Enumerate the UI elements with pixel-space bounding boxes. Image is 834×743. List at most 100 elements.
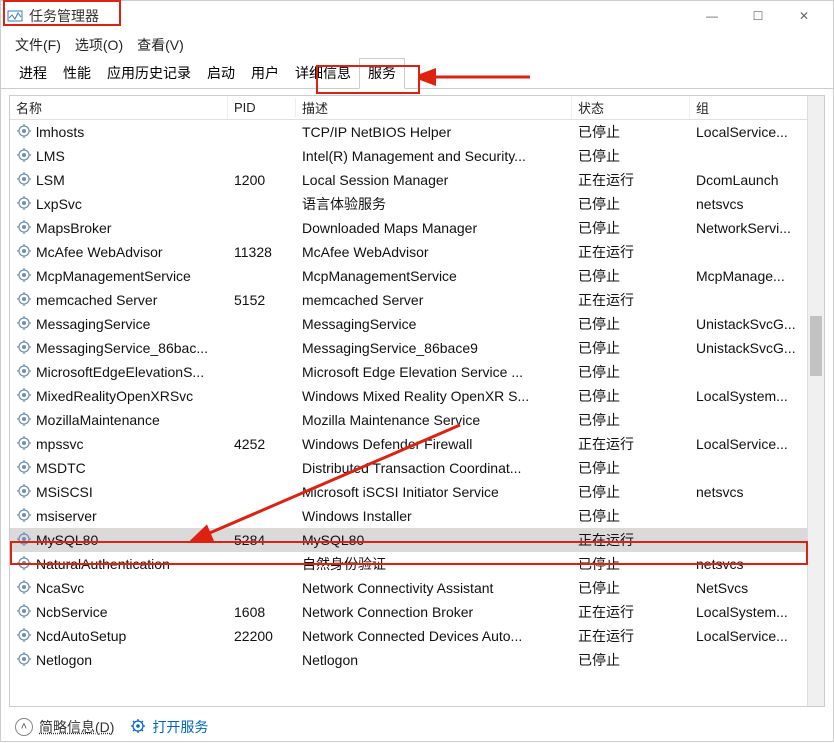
service-icon — [16, 603, 32, 622]
table-row[interactable]: LxpSvc语言体验服务已停止netsvcs — [10, 192, 824, 216]
close-button[interactable]: ✕ — [781, 1, 827, 31]
service-group: LocalSystem... — [690, 602, 820, 622]
tab-details[interactable]: 详细信息 — [287, 59, 359, 88]
service-status: 正在运行 — [572, 600, 690, 624]
service-name: NcaSvc — [36, 580, 84, 596]
table-row[interactable]: McAfee WebAdvisor11328McAfee WebAdvisor正… — [10, 240, 824, 264]
table-row[interactable]: McpManagementServiceMcpManagementService… — [10, 264, 824, 288]
window-title: 任务管理器 — [29, 6, 99, 26]
service-icon — [16, 651, 32, 670]
titlebar[interactable]: 任务管理器 — ☐ ✕ — [1, 1, 833, 31]
service-group: LocalSystem... — [690, 386, 820, 406]
menu-options[interactable]: 选项(O) — [75, 35, 123, 55]
col-name[interactable]: 名称 — [10, 96, 228, 119]
service-desc: MessagingService_86bace9 — [296, 338, 572, 358]
service-icon — [16, 435, 32, 454]
service-pid — [228, 466, 296, 470]
service-pid — [228, 418, 296, 422]
col-group[interactable]: 组 — [690, 96, 820, 119]
service-icon — [16, 195, 32, 214]
table-row[interactable]: MySQL805284MySQL80正在运行 — [10, 528, 824, 552]
table-row[interactable]: NcaSvcNetwork Connectivity Assistant已停止N… — [10, 576, 824, 600]
col-pid[interactable]: PID — [228, 98, 296, 117]
service-status: 已停止 — [572, 120, 690, 144]
service-pid — [228, 322, 296, 326]
table-row[interactable]: MSDTCDistributed Transaction Coordinat..… — [10, 456, 824, 480]
service-status: 已停止 — [572, 552, 690, 576]
col-description[interactable]: 描述 — [296, 96, 572, 119]
col-status[interactable]: 状态 — [572, 96, 690, 119]
table-row[interactable]: mpssvc4252Windows Defender Firewall正在运行L… — [10, 432, 824, 456]
menu-view[interactable]: 查看(V) — [137, 35, 184, 55]
service-name: LxpSvc — [36, 196, 82, 212]
service-group — [690, 298, 820, 302]
service-status: 正在运行 — [572, 432, 690, 456]
tab-performance[interactable]: 性能 — [55, 59, 99, 88]
service-name: MapsBroker — [36, 220, 111, 236]
fewer-details-button[interactable]: ˄ 简略信息(D) — [15, 717, 114, 737]
tab-processes[interactable]: 进程 — [11, 59, 55, 88]
service-icon — [16, 267, 32, 286]
table-row[interactable]: NcdAutoSetup22200Network Connected Devic… — [10, 624, 824, 648]
table-row[interactable]: MozillaMaintenanceMozilla Maintenance Se… — [10, 408, 824, 432]
service-name: MicrosoftEdgeElevationS... — [36, 364, 204, 380]
service-icon — [16, 507, 32, 526]
service-name: MessagingService — [36, 316, 150, 332]
tab-app-history[interactable]: 应用历史记录 — [99, 59, 199, 88]
service-group: netsvcs — [690, 194, 820, 214]
tab-users[interactable]: 用户 — [243, 59, 287, 88]
service-name: MSiSCSI — [36, 484, 93, 500]
service-status: 已停止 — [572, 576, 690, 600]
service-desc: Local Session Manager — [296, 170, 572, 190]
minimize-button[interactable]: — — [689, 1, 735, 31]
service-icon — [16, 363, 32, 382]
table-row[interactable]: MessagingService_86bac... MessagingServic… — [10, 336, 824, 360]
service-status: 正在运行 — [572, 624, 690, 648]
service-name: MSDTC — [36, 460, 86, 476]
table-row[interactable]: LMSIntel(R) Management and Security...已停… — [10, 144, 824, 168]
table-row[interactable]: NetlogonNetlogon已停止 — [10, 648, 824, 672]
service-icon — [16, 339, 32, 358]
table-row[interactable]: MicrosoftEdgeElevationS...Microsoft Edge… — [10, 360, 824, 384]
table-row[interactable]: NaturalAuthentication自然身份验证已停止netsvcs — [10, 552, 824, 576]
table-row[interactable]: memcached Server5152memcached Server正在运行 — [10, 288, 824, 312]
service-name: mpssvc — [36, 436, 83, 452]
service-desc: Network Connected Devices Auto... — [296, 626, 572, 646]
service-icon — [16, 291, 32, 310]
table-row[interactable]: MSiSCSIMicrosoft iSCSI Initiator Service… — [10, 480, 824, 504]
service-status: 正在运行 — [572, 288, 690, 312]
open-services-link[interactable]: 打开服务 — [130, 717, 208, 737]
service-desc: memcached Server — [296, 290, 572, 310]
service-icon — [16, 123, 32, 142]
service-desc: Network Connection Broker — [296, 602, 572, 622]
service-desc: Windows Installer — [296, 506, 572, 526]
table-row[interactable]: MapsBrokerDownloaded Maps Manager已停止Netw… — [10, 216, 824, 240]
table-row[interactable]: LSM1200Local Session Manager正在运行DcomLaun… — [10, 168, 824, 192]
service-pid: 5152 — [228, 290, 296, 310]
tab-services[interactable]: 服务 — [359, 58, 405, 89]
service-icon — [16, 555, 32, 574]
menu-file[interactable]: 文件(F) — [15, 35, 61, 55]
table-row[interactable]: NcbService1608Network Connection Broker正… — [10, 600, 824, 624]
table-row[interactable]: MixedRealityOpenXRSvcWindows Mixed Reali… — [10, 384, 824, 408]
service-pid — [228, 658, 296, 662]
scrollbar[interactable] — [807, 96, 824, 706]
service-group: DcomLaunch — [690, 170, 820, 190]
service-name: LMS — [36, 148, 65, 164]
table-row[interactable]: MessagingServiceMessagingService已停止Unist… — [10, 312, 824, 336]
service-name: LSM — [36, 172, 65, 188]
service-status: 已停止 — [572, 456, 690, 480]
table-row[interactable]: lmhostsTCP/IP NetBIOS Helper已停止LocalServ… — [10, 120, 824, 144]
service-name: NcdAutoSetup — [36, 628, 126, 644]
scrollbar-thumb[interactable] — [810, 316, 822, 376]
service-status: 已停止 — [572, 504, 690, 528]
chevron-up-icon: ˄ — [15, 718, 33, 736]
service-status: 已停止 — [572, 384, 690, 408]
service-icon — [16, 147, 32, 166]
maximize-button[interactable]: ☐ — [735, 1, 781, 31]
tab-startup[interactable]: 启动 — [199, 59, 243, 88]
service-name: MessagingService_86bac... — [36, 340, 208, 356]
table-row[interactable]: msiserverWindows Installer已停止 — [10, 504, 824, 528]
service-desc: MessagingService — [296, 314, 572, 334]
service-desc: McpManagementService — [296, 266, 572, 286]
